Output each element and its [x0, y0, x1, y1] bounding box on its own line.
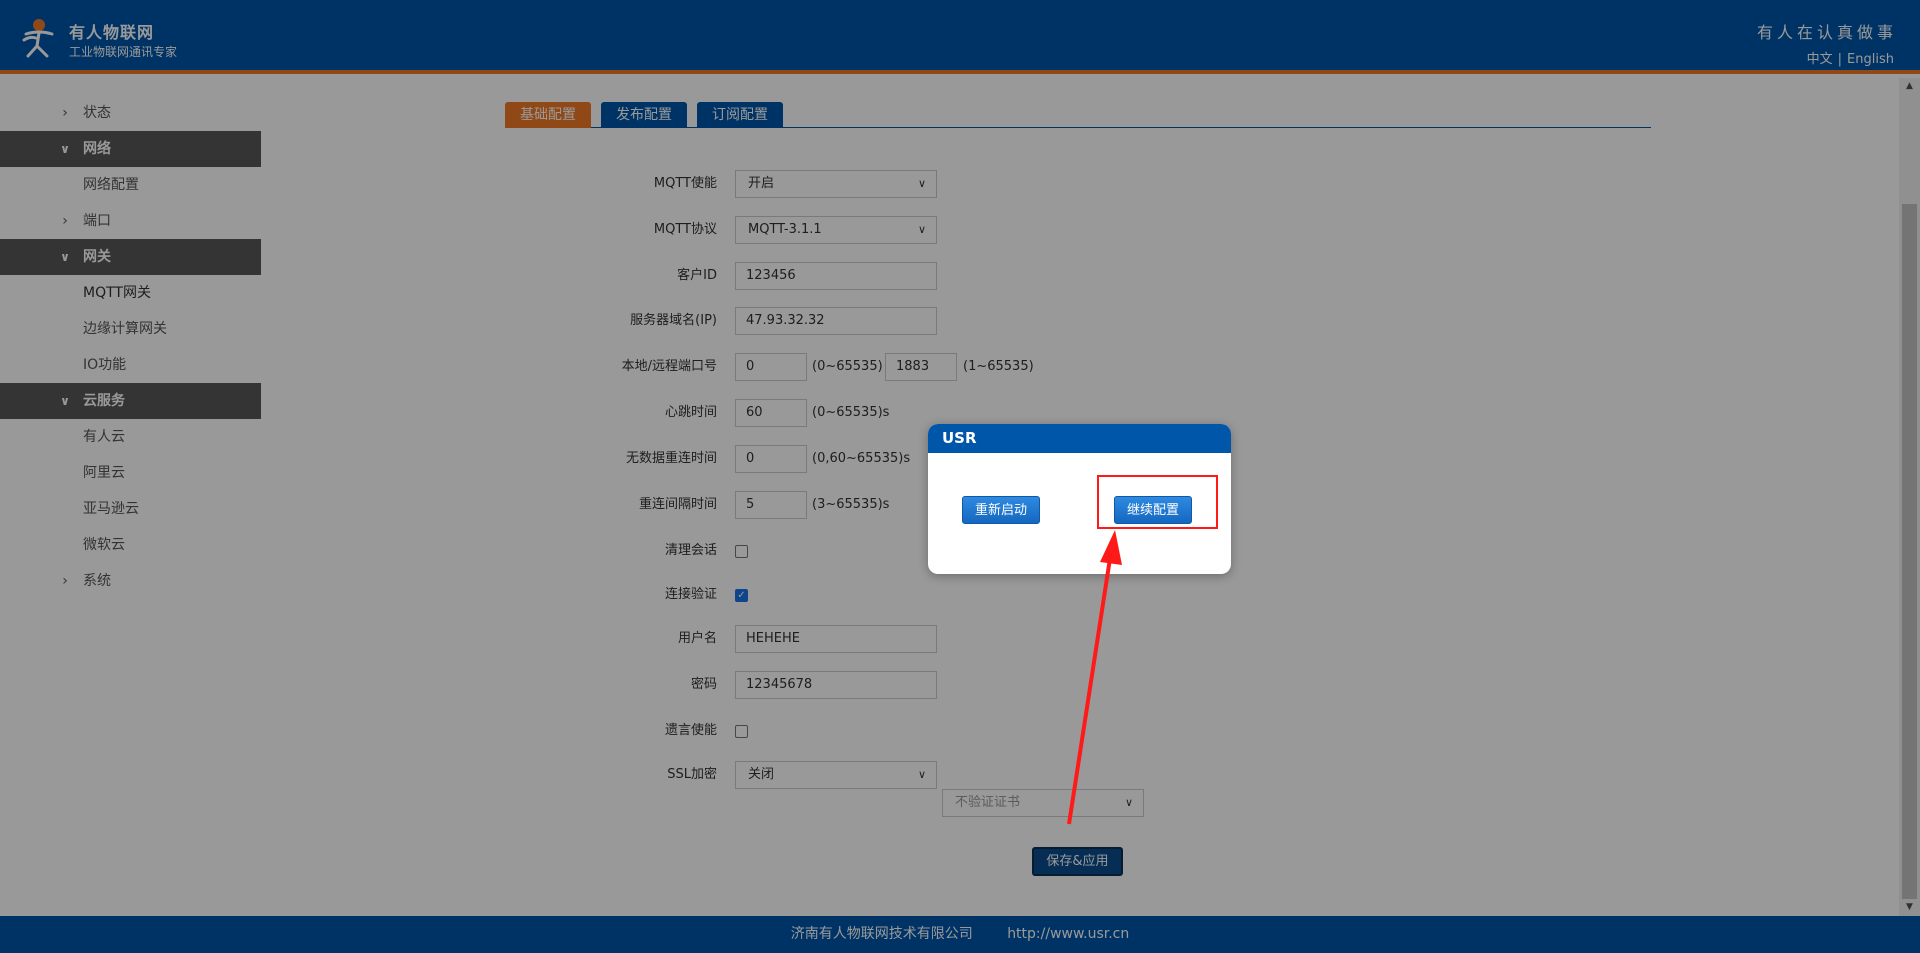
dialog-title: USR	[928, 424, 1231, 453]
highlight-box	[1097, 475, 1218, 529]
restart-button[interactable]: 重新启动	[962, 496, 1041, 524]
